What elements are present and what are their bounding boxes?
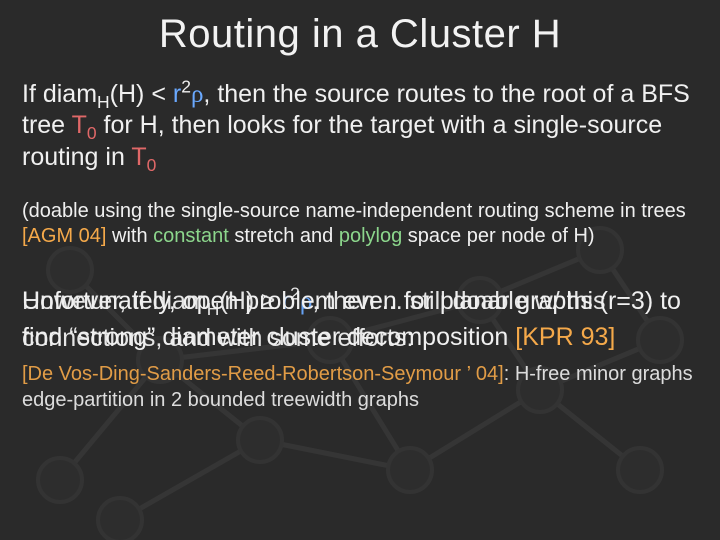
slide-title: Routing in a Cluster H — [22, 12, 698, 57]
paragraph-1: If diamH(H) < r2ρ, then the source route… — [22, 79, 698, 173]
p2-const: constant — [153, 225, 229, 247]
p2-t4: space per node of H) — [402, 225, 594, 247]
p1-subH: H — [97, 92, 110, 112]
p1-sup2: 2 — [181, 77, 191, 97]
overlap-sub-note: [De Vos-Ding-Sanders-Reed-Robertson-Seym… — [22, 361, 698, 413]
p1-sub0b: 0 — [147, 155, 157, 175]
p1-text: If diam — [22, 80, 97, 108]
p2-t1: (doable using the single-source name-ind… — [22, 200, 686, 222]
overlap-front-layer: Unfortunately, open problem even for pla… — [22, 283, 698, 356]
p2-cite: [AGM 04] — [22, 225, 106, 247]
p1-r: r — [173, 80, 181, 108]
p1-T: T — [72, 111, 87, 139]
paragraph-2: (doable using the single-source name-ind… — [22, 199, 698, 249]
p1-rho: ρ — [191, 81, 203, 108]
p1-T2: T — [131, 143, 146, 171]
p2-polylog: polylog — [339, 225, 402, 247]
note-cite: [De Vos-Ding-Sanders-Reed-Robertson-Seym… — [22, 363, 504, 385]
overlapping-paragraphs: However, if diamH(H) ≥ r2ρ, then ... sti… — [22, 283, 698, 453]
p2-t2: with — [106, 225, 153, 247]
p1-sub0a: 0 — [87, 123, 97, 143]
p2-t3: stretch and — [229, 225, 339, 247]
ovf-cite: [KPR 93] — [515, 323, 615, 351]
p1-paren: (H) < — [110, 80, 173, 108]
p1-t4: for H, then looks for the target with a … — [22, 111, 662, 170]
